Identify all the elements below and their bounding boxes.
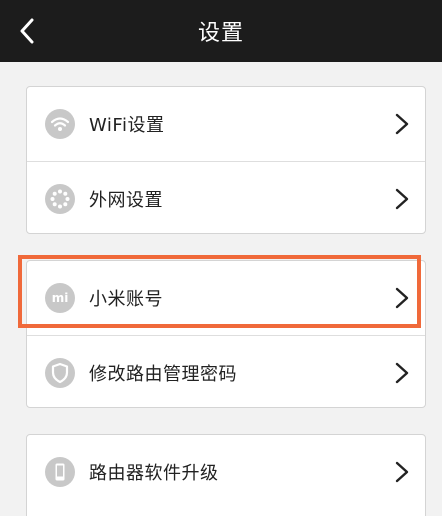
wifi-icon xyxy=(45,109,75,139)
settings-group-account: mi 小米账号 修改路由管理密码 xyxy=(26,260,426,408)
settings-item-label: 外网设置 xyxy=(89,189,163,211)
settings-item-wan[interactable]: 外网设置 xyxy=(27,161,425,233)
settings-screen: 设置 WiFi设置 外网设置 mi 小米账号 修改路由管理密码 路由器软件升级 xyxy=(0,0,442,516)
page-title: 设置 xyxy=(197,21,244,46)
chevron-right-icon xyxy=(395,287,409,309)
mi-logo-icon: mi xyxy=(45,283,75,313)
network-ring-icon xyxy=(45,183,75,214)
settings-item-admin-password[interactable]: 修改路由管理密码 xyxy=(27,335,425,407)
phone-icon xyxy=(45,457,75,487)
chevron-right-icon xyxy=(395,188,409,210)
settings-item-label: WiFi设置 xyxy=(89,115,165,136)
mi-logo-text: mi xyxy=(51,291,69,305)
back-button[interactable] xyxy=(12,13,42,49)
settings-group-network: WiFi设置 外网设置 xyxy=(26,86,426,234)
settings-item-label: 修改路由管理密码 xyxy=(89,363,237,385)
shield-icon xyxy=(45,357,75,388)
top-bar: 设置 xyxy=(0,0,442,62)
settings-item-mi-account[interactable]: mi 小米账号 xyxy=(27,261,425,335)
settings-item-label: 小米账号 xyxy=(89,289,163,310)
settings-group-system: 路由器软件升级 xyxy=(26,434,426,516)
settings-item-label: 路由器软件升级 xyxy=(89,463,219,484)
settings-item-wifi[interactable]: WiFi设置 xyxy=(27,87,425,161)
chevron-right-icon xyxy=(395,362,409,384)
chevron-right-icon xyxy=(395,461,409,483)
chevron-left-icon xyxy=(20,18,34,44)
chevron-right-icon xyxy=(395,113,409,135)
settings-item-firmware-upgrade[interactable]: 路由器软件升级 xyxy=(27,435,425,509)
